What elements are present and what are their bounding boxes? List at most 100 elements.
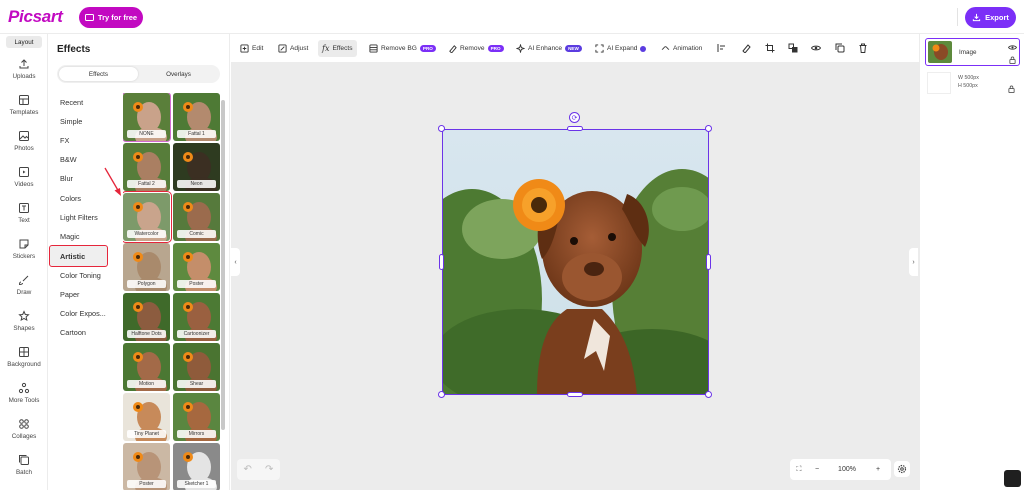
replace-icon[interactable] <box>788 43 798 53</box>
category-cartoon[interactable]: Cartoon <box>60 328 86 337</box>
effect-thumb[interactable]: Polygon <box>123 243 170 291</box>
effect-thumb[interactable]: Sketcher 1 <box>173 443 220 490</box>
canvas-area[interactable]: ⟳ ‹ › ↶ ↷ ⛶ − 100% + <box>231 63 919 490</box>
rail-item-draw[interactable]: Draw <box>0 274 48 296</box>
resize-handle-tl[interactable] <box>438 125 445 132</box>
layer-background[interactable]: W 500px H 500px <box>925 70 1020 96</box>
selection-frame[interactable] <box>442 129 709 395</box>
rail-item-layout[interactable]: Layout <box>6 36 42 48</box>
category-simple[interactable]: Simple <box>60 117 82 126</box>
resize-handle-right[interactable] <box>706 254 711 270</box>
effect-thumb[interactable]: Mirrors <box>173 393 220 441</box>
rail-item-stickers[interactable]: Stickers <box>0 238 48 260</box>
category-color-exposure[interactable]: Color Expos... <box>60 309 106 318</box>
rail-item-collages[interactable]: Collages <box>0 418 48 440</box>
fit-screen-icon[interactable]: ⛶ <box>790 466 808 474</box>
duplicate-icon[interactable] <box>835 43 845 53</box>
effect-thumb[interactable]: Tiny Planet <box>123 393 170 441</box>
align-icon[interactable] <box>717 43 727 53</box>
category-colors[interactable]: Colors <box>60 194 81 203</box>
category-bw[interactable]: B&W <box>60 155 77 164</box>
tab-overlays[interactable]: Overlays <box>139 67 218 81</box>
effect-thumb[interactable]: Neon <box>173 143 220 191</box>
rail-item-text[interactable]: Text <box>0 202 48 224</box>
resize-handle-bottom[interactable] <box>567 392 583 397</box>
panel-scrollbar[interactable] <box>221 100 225 430</box>
rail-item-videos[interactable]: Videos <box>0 166 48 188</box>
trash-icon[interactable] <box>858 43 868 53</box>
effect-thumb[interactable]: Fattal 1 <box>173 93 220 141</box>
picsart-logo[interactable]: Picsart <box>8 7 63 27</box>
effect-thumb[interactable]: Cartoonizer <box>173 293 220 341</box>
zoom-controls: ⛶ − 100% + <box>790 459 891 480</box>
resize-handle-tr[interactable] <box>705 125 712 132</box>
resize-handle-left[interactable] <box>439 254 444 270</box>
rail-item-photos[interactable]: Photos <box>0 130 48 152</box>
category-blur[interactable]: Blur <box>60 174 73 183</box>
effect-thumb[interactable]: Halftone Dots <box>123 293 170 341</box>
collapse-right-panel-button[interactable]: › <box>909 248 918 276</box>
help-widget-button[interactable] <box>1004 470 1021 487</box>
resize-handle-bl[interactable] <box>438 391 445 398</box>
layer-image[interactable]: Image <box>925 38 1020 66</box>
lock-icon[interactable] <box>1009 56 1016 64</box>
rail-item-more-tools[interactable]: More Tools <box>0 382 48 404</box>
remove-bg-tool[interactable]: Remove BG PRO <box>369 40 436 57</box>
lock-icon[interactable] <box>1008 85 1015 93</box>
try-for-free-button[interactable]: Try for free <box>79 7 143 28</box>
eye-icon[interactable] <box>1008 44 1017 51</box>
rail-item-batch[interactable]: Batch <box>0 454 48 476</box>
rail-label: More Tools <box>8 397 40 404</box>
effect-thumb[interactable]: Motion <box>123 343 170 391</box>
remove-tool[interactable]: Remove PRO <box>448 40 504 57</box>
tools-icon <box>18 382 30 394</box>
category-paper[interactable]: Paper <box>60 290 79 299</box>
redo-icon[interactable]: ↷ <box>265 464 273 475</box>
category-recent[interactable]: Recent <box>60 98 83 107</box>
ai-expand-tool[interactable]: AI Expand <box>595 40 647 57</box>
edit-tool[interactable]: Edit <box>240 40 263 57</box>
resize-handle-top[interactable] <box>567 126 583 131</box>
rail-item-background[interactable]: Background <box>0 346 48 368</box>
ai-enhance-tool[interactable]: AI Enhance NEW <box>516 40 582 57</box>
zoom-level[interactable]: 100% <box>826 466 868 473</box>
crop-tool-icon[interactable] <box>765 43 775 53</box>
zoom-in-button[interactable]: + <box>868 466 888 473</box>
rail-item-templates[interactable]: Templates <box>0 94 48 116</box>
export-button[interactable]: Export <box>965 7 1016 28</box>
rail-label: Templates <box>9 109 39 116</box>
export-label: Export <box>985 13 1009 22</box>
tab-effects[interactable]: Effects <box>59 67 138 81</box>
chevron-right-icon: › <box>912 258 915 266</box>
collapse-left-panel-button[interactable]: ‹ <box>231 248 240 276</box>
effect-thumb[interactable]: NONE <box>123 93 171 142</box>
resize-handle-br[interactable] <box>705 391 712 398</box>
rail-item-shapes[interactable]: Shapes <box>0 310 48 332</box>
effect-thumb[interactable]: Shear <box>173 343 220 391</box>
eraser-tool-icon[interactable] <box>741 43 751 53</box>
effect-thumb-label: Watercolor <box>127 230 166 238</box>
effects-tool[interactable]: fx Effects <box>318 40 357 57</box>
canvas-settings-button[interactable] <box>894 461 910 477</box>
premium-dot-icon <box>640 45 647 52</box>
category-fx[interactable]: FX <box>60 136 69 145</box>
category-color-toning[interactable]: Color Toning <box>60 271 101 280</box>
rail-item-uploads[interactable]: Uploads <box>0 58 48 80</box>
effect-thumb[interactable]: Comic <box>173 193 220 241</box>
visibility-icon[interactable] <box>811 43 821 53</box>
effect-thumb[interactable]: Poster <box>123 443 170 490</box>
rotate-handle-icon[interactable]: ⟳ <box>569 112 580 123</box>
category-light-filters[interactable]: Light Filters <box>60 213 98 222</box>
zoom-out-button[interactable]: − <box>808 466 826 473</box>
undo-icon[interactable]: ↶ <box>244 464 252 475</box>
new-badge: NEW <box>565 45 582 52</box>
gear-icon <box>897 464 907 474</box>
brush-icon <box>18 275 29 286</box>
animation-tool[interactable]: Animation <box>661 40 702 57</box>
category-artistic[interactable]: Artistic <box>60 252 85 261</box>
category-magic[interactable]: Magic <box>60 232 79 241</box>
effect-thumb[interactable]: Poster <box>173 243 220 291</box>
adjust-tool[interactable]: Adjust <box>278 40 308 57</box>
effect-thumb[interactable]: Watercolor <box>123 191 172 243</box>
effect-thumb[interactable]: Fattal 2 <box>123 143 170 191</box>
